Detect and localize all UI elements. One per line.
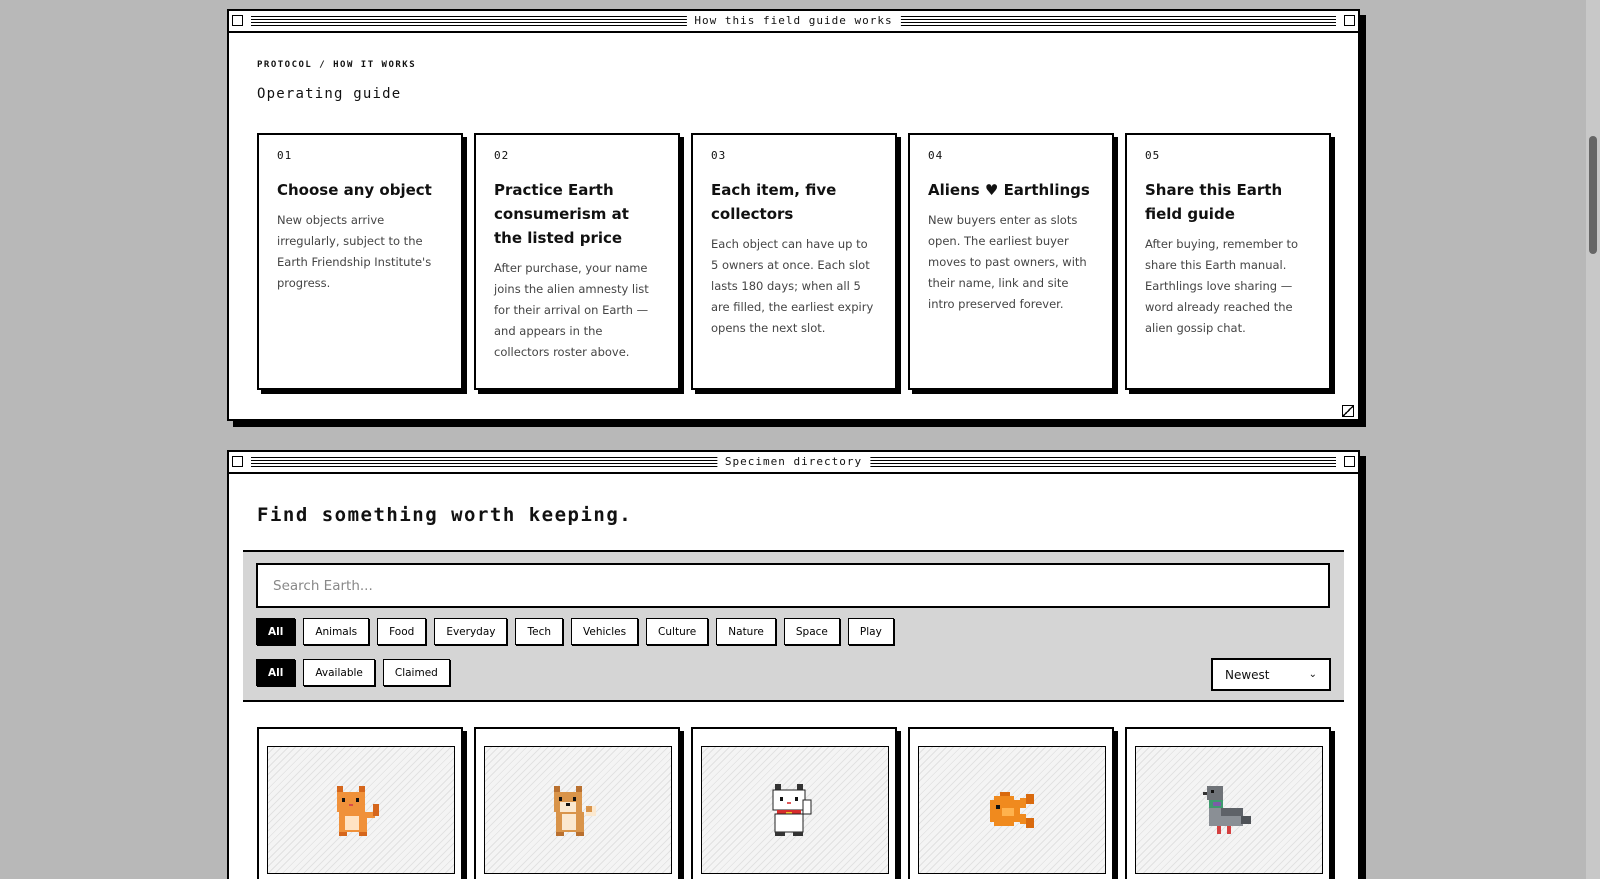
- guide-window-title: How this field guide works: [686, 12, 901, 30]
- step-body: After buying, remember to share this Ear…: [1145, 237, 1299, 335]
- specimen-grid: [257, 727, 1331, 879]
- steps-list: 01 Choose any object New objects arrive …: [257, 133, 1331, 390]
- status-filters: All Available Claimed: [256, 659, 450, 686]
- specimen-image: [918, 746, 1106, 874]
- pigeon-icon: [1203, 786, 1251, 834]
- step-number: 01: [277, 149, 293, 162]
- chevron-down-icon: ⌄: [1308, 669, 1317, 680]
- category-chip-culture[interactable]: Culture: [646, 618, 709, 645]
- guide-window: How this field guide works PROTOCOL / HO…: [227, 9, 1360, 421]
- step-body: New buyers enter as slots open. The earl…: [928, 213, 1087, 311]
- resize-handle-icon[interactable]: [1342, 405, 1354, 417]
- sort-select-value: Newest: [1225, 667, 1270, 682]
- category-chip-animals[interactable]: Animals: [303, 618, 370, 645]
- step-title: Practice Earth consumerism at the listed…: [494, 181, 629, 247]
- zoom-box-icon[interactable]: [1344, 456, 1355, 467]
- goldfish-icon: [990, 792, 1034, 828]
- step-card: 05 Share this Earth field guide After bu…: [1125, 133, 1331, 390]
- directory-window: Specimen directory Find something worth …: [227, 450, 1360, 879]
- directory-window-title: Specimen directory: [716, 453, 871, 471]
- category-chip-nature[interactable]: Nature: [716, 618, 776, 645]
- sort-select[interactable]: Newest ⌄: [1211, 658, 1331, 691]
- section-title: Operating guide: [257, 86, 402, 102]
- category-chip-tech[interactable]: Tech: [515, 618, 564, 645]
- step-number: 02: [494, 149, 510, 162]
- category-chip-vehicles[interactable]: Vehicles: [571, 618, 639, 645]
- specimen-card[interactable]: [908, 727, 1114, 879]
- status-chip-all[interactable]: All: [256, 659, 296, 686]
- category-chip-play[interactable]: Play: [847, 618, 894, 645]
- step-number: 03: [711, 149, 727, 162]
- specimen-card[interactable]: [691, 727, 897, 879]
- step-number: 04: [928, 149, 944, 162]
- close-box-icon[interactable]: [232, 456, 243, 467]
- lucky-cat-icon: [772, 784, 812, 836]
- close-box-icon[interactable]: [232, 15, 243, 26]
- step-body: New objects arrive irregularly, subject …: [277, 213, 432, 290]
- specimen-image: [1135, 746, 1323, 874]
- specimen-image: [267, 746, 455, 874]
- orange-cat-icon: [337, 786, 379, 836]
- category-chip-everyday[interactable]: Everyday: [434, 618, 508, 645]
- directory-heading: Find something worth keeping.: [257, 504, 633, 526]
- step-title: Share this Earth field guide: [1145, 181, 1283, 223]
- scrollbar-thumb[interactable]: [1589, 136, 1597, 254]
- step-card: 02 Practice Earth consumerism at the lis…: [474, 133, 680, 390]
- specimen-image: [701, 746, 889, 874]
- section-eyebrow: PROTOCOL / HOW IT WORKS: [257, 60, 417, 70]
- category-chip-food[interactable]: Food: [377, 618, 427, 645]
- step-card: 01 Choose any object New objects arrive …: [257, 133, 463, 390]
- search-input[interactable]: [256, 563, 1330, 608]
- guide-titlebar[interactable]: How this field guide works: [229, 11, 1358, 33]
- status-chip-claimed[interactable]: Claimed: [382, 659, 450, 686]
- filter-panel: All Animals Food Everyday Tech Vehicles …: [243, 550, 1344, 702]
- status-chip-available[interactable]: Available: [303, 659, 375, 686]
- specimen-card[interactable]: [1125, 727, 1331, 879]
- zoom-box-icon[interactable]: [1344, 15, 1355, 26]
- shiba-dog-icon: [554, 786, 596, 836]
- page-scrollbar[interactable]: [1586, 0, 1600, 879]
- directory-titlebar[interactable]: Specimen directory: [229, 452, 1358, 474]
- specimen-card[interactable]: [257, 727, 463, 879]
- step-card: 04 Aliens ♥ Earthlings New buyers enter …: [908, 133, 1114, 390]
- specimen-image: [484, 746, 672, 874]
- step-title: Each item, five collectors: [711, 181, 837, 223]
- step-card: 03 Each item, five collectors Each objec…: [691, 133, 897, 390]
- step-body: After purchase, your name joins the alie…: [494, 261, 649, 359]
- specimen-card[interactable]: [474, 727, 680, 879]
- category-chip-all[interactable]: All: [256, 618, 296, 645]
- step-title: Choose any object: [277, 181, 432, 199]
- step-body: Each object can have up to 5 owners at o…: [711, 237, 874, 335]
- category-chip-space[interactable]: Space: [783, 618, 840, 645]
- step-title: Aliens ♥ Earthlings: [928, 181, 1090, 199]
- step-number: 05: [1145, 149, 1161, 162]
- category-filters: All Animals Food Everyday Tech Vehicles …: [256, 618, 894, 645]
